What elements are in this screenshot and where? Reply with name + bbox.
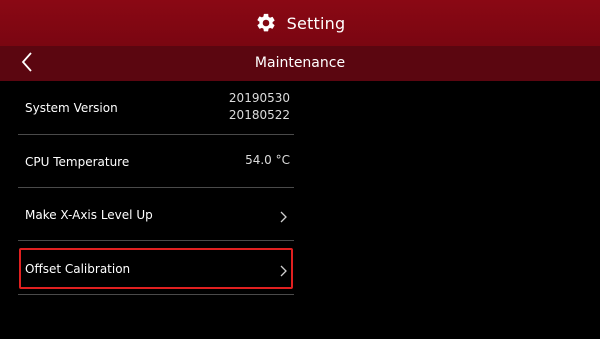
make-x-axis-level-up-label: Make X-Axis Level Up: [25, 208, 153, 222]
chevron-right-icon: [279, 208, 288, 223]
sub-header: Maintenance: [0, 46, 600, 81]
system-version-row: System Version 20190530 20180522: [18, 81, 294, 135]
chevron-right-icon: [279, 262, 288, 277]
page-title: Setting: [286, 13, 346, 33]
system-version-label: System Version: [25, 101, 118, 115]
offset-calibration-row[interactable]: Offset Calibration: [18, 241, 294, 295]
screen: Setting Maintenance System Version 20190…: [0, 0, 600, 339]
cpu-temperature-label: CPU Temperature: [25, 155, 130, 169]
system-version-line-1: 20190530: [228, 91, 290, 105]
make-x-axis-level-up-row[interactable]: Make X-Axis Level Up: [18, 188, 294, 241]
cpu-temperature-row: CPU Temperature 54.0 °C: [18, 135, 294, 188]
system-version-value: 20190530 20180522: [229, 90, 290, 124]
back-button[interactable]: [10, 46, 44, 81]
system-version-line-2: 20180522: [228, 108, 290, 122]
chevron-left-icon: [21, 51, 33, 76]
maintenance-list: System Version 20190530 20180522 CPU Tem…: [18, 81, 294, 295]
cpu-temperature-value: 54.0 °C: [245, 153, 290, 167]
title-bar: Setting: [0, 0, 600, 46]
gear-icon: [255, 12, 277, 34]
section-title: Maintenance: [254, 55, 346, 71]
offset-calibration-label: Offset Calibration: [25, 262, 131, 276]
